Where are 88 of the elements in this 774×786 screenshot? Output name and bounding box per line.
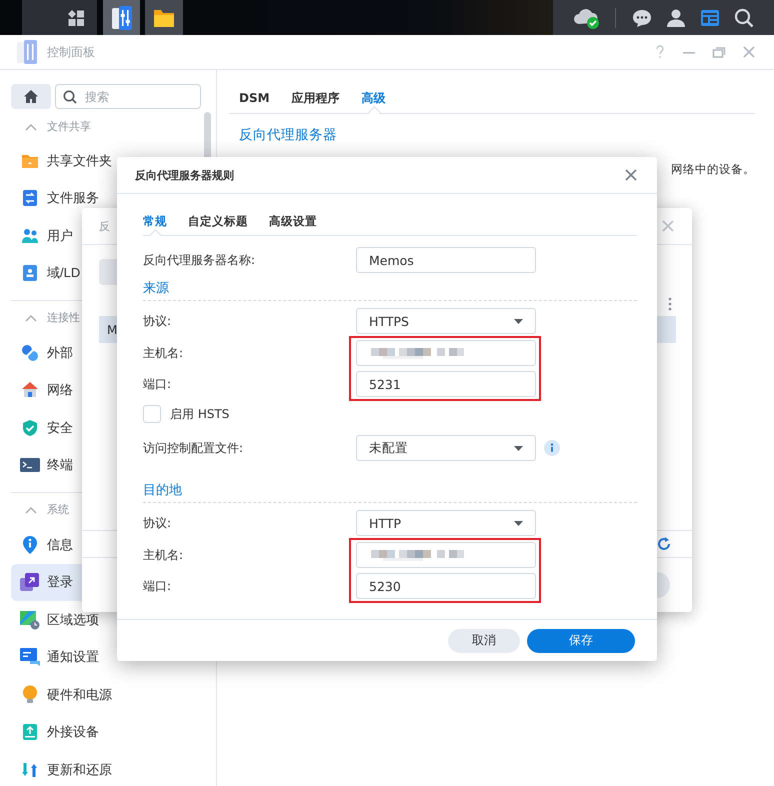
field-label: 端口:: [143, 578, 172, 594]
tab[interactable]: 应用程序: [282, 84, 350, 112]
sidebar-item[interactable]: 用户: [11, 217, 79, 254]
house-icon: [21, 381, 39, 400]
close-icon[interactable]: [625, 169, 637, 181]
section-title: 系统: [47, 502, 69, 517]
sidebar-item[interactable]: 信息: [11, 526, 79, 564]
sidebar-item[interactable]: 外接设备: [11, 714, 105, 751]
dashboard-icon[interactable]: [700, 8, 720, 28]
section-title: 目的地: [143, 482, 182, 499]
tab[interactable]: 自定义标题: [188, 207, 248, 235]
select-field[interactable]: HTTPS: [356, 308, 536, 334]
select-field[interactable]: HTTP: [356, 510, 536, 536]
pin-icon: [22, 534, 38, 555]
sidebar-item[interactable]: 外部: [11, 334, 79, 372]
refresh-icon[interactable]: [657, 537, 671, 551]
close-icon[interactable]: [742, 45, 756, 59]
checkbox-label: 启用 HSTS: [170, 406, 230, 422]
search-icon[interactable]: [734, 8, 754, 28]
window-title: 控制面板: [47, 44, 95, 60]
search-icon: [63, 90, 77, 104]
search-field[interactable]: 搜索: [55, 84, 201, 109]
caret-down-icon: [514, 520, 523, 526]
folder-icon: [153, 8, 175, 28]
chevron-up-icon[interactable]: [25, 506, 37, 514]
field-label: 端口:: [143, 376, 172, 392]
id-card-icon: [21, 264, 39, 282]
checkbox[interactable]: [143, 405, 161, 423]
control-panel-icon: [16, 39, 38, 65]
dialog-title: 反: [99, 218, 110, 234]
caret-down-icon: [514, 318, 523, 324]
people-icon: [21, 226, 39, 245]
taskbar-app-button[interactable]: [145, 0, 183, 35]
input-field[interactable]: 5230: [356, 573, 536, 599]
bulb-icon: [22, 684, 38, 705]
link-icon: [21, 344, 39, 362]
sidebar-item[interactable]: 通知设置: [11, 638, 105, 676]
field-label: 访问控制配置文件:: [143, 440, 244, 456]
secondary-button[interactable]: 取消: [448, 628, 520, 652]
section-title: 连接性: [47, 310, 80, 325]
taskbar-app-button[interactable]: [103, 0, 140, 35]
chevron-up-icon[interactable]: [25, 314, 37, 322]
field-label: 反向代理服务器名称:: [143, 252, 256, 268]
map-icon: [20, 610, 40, 630]
input-field[interactable]: Memos: [356, 247, 536, 273]
chevron-up-icon[interactable]: [25, 122, 37, 130]
arrow-square-icon: [20, 572, 40, 592]
transfer-icon: [21, 189, 39, 208]
close-icon[interactable]: [662, 220, 674, 232]
upload-icon: [21, 723, 39, 742]
field-label: 主机名:: [143, 344, 184, 362]
sidebar-item[interactable]: 更新和还原: [11, 751, 118, 786]
input-field[interactable]: [356, 542, 536, 568]
dialog-title: 反向代理服务器规则: [135, 168, 234, 182]
field-label: 主机名:: [143, 546, 184, 564]
sidebar-item[interactable]: 终端: [11, 446, 79, 484]
sidebar-item[interactable]: 共享文件夹: [11, 142, 118, 180]
caret-down-icon: [514, 446, 523, 450]
select-field[interactable]: 未配置: [356, 435, 536, 461]
control-panel-icon: [110, 4, 132, 30]
message-icon: [20, 648, 40, 666]
home-icon: [23, 89, 39, 104]
sidebar-item[interactable]: 域/LD: [11, 254, 86, 292]
more-icon[interactable]: [668, 297, 672, 311]
description-text: 网络中的设备。: [671, 162, 755, 177]
field-label: 协议:: [143, 312, 172, 330]
input-field[interactable]: 5231: [356, 371, 536, 397]
sidebar-item[interactable]: 安全: [11, 409, 79, 446]
section-title: 来源: [143, 280, 169, 297]
section-heading: 反向代理服务器: [239, 126, 337, 144]
grid-icon: [67, 8, 85, 26]
home-button[interactable]: [11, 84, 51, 109]
tab[interactable]: 高级设置: [269, 207, 317, 235]
sidebar-item[interactable]: 区域选项: [11, 601, 105, 638]
primary-button[interactable]: 保存: [527, 628, 635, 652]
sidebar-item[interactable]: 网络: [11, 372, 79, 409]
user-icon[interactable]: [666, 8, 686, 28]
chat-icon[interactable]: [632, 8, 652, 28]
section-title: 文件共享: [47, 119, 91, 134]
info-icon[interactable]: [544, 440, 560, 456]
field-label: 协议:: [143, 514, 172, 532]
sidebar-item[interactable]: 硬件和电源: [11, 676, 118, 714]
shield-icon: [21, 418, 39, 437]
tab[interactable]: DSM: [229, 84, 280, 112]
restore-icon[interactable]: [712, 45, 726, 59]
terminal-icon: [20, 457, 40, 474]
sidebar-item[interactable]: 文件服务: [11, 180, 105, 217]
input-field[interactable]: [356, 340, 536, 366]
